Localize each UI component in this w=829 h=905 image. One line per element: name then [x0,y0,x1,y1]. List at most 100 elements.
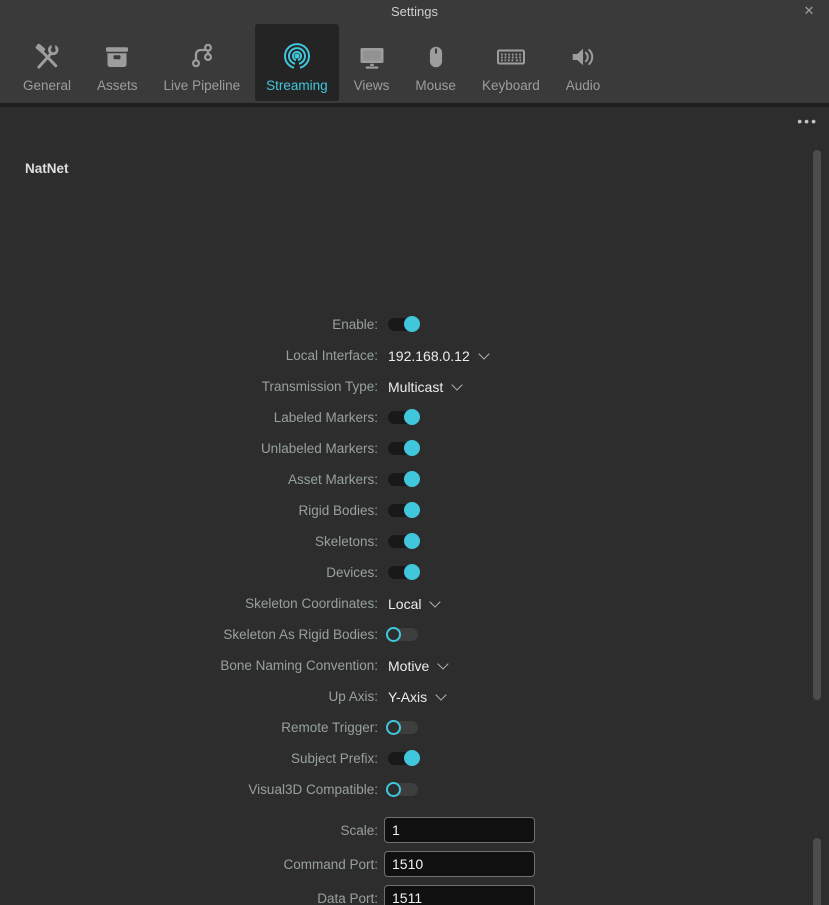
toggle-knob [404,750,420,766]
field-label: Unlabeled Markers: [0,441,380,456]
tab-views[interactable]: Views [343,24,401,101]
labeled-markers-toggle[interactable] [388,411,418,424]
field-label: Bone Naming Convention: [0,658,380,673]
toggle-knob [404,471,420,487]
toggle-knob [404,440,420,456]
broadcast-icon [281,39,313,75]
field-label: Skeleton Coordinates: [0,596,380,611]
field-label: Up Axis: [0,689,380,704]
bin-icon [102,39,132,75]
window-title: Settings [391,4,438,19]
chevron-down-icon [436,689,447,700]
settings-content: Enable:Local Interface:192.168.0.12Trans… [0,107,829,905]
row-scale: Scale: [0,813,790,847]
row-skeleton-coordinates: Skeleton Coordinates: Local [0,588,790,619]
field-label: Enable: [0,317,380,332]
row-rigid-bodies: Rigid Bodies: [0,495,790,526]
skeleton-as-rigid-bodies-toggle[interactable] [388,628,418,641]
scrollbar-thumb[interactable] [813,838,821,905]
tab-label: Live Pipeline [164,78,241,93]
row-command-port: Command Port: [0,847,790,881]
row-skeleton-as-rigid-bodies: Skeleton As Rigid Bodies: [0,619,790,650]
field-label: Skeleton As Rigid Bodies: [0,627,380,642]
tab-label: Assets [97,78,138,93]
row-data-port: Data Port: [0,881,790,905]
row-up-axis: Up Axis: Y-Axis [0,681,790,712]
field-label: Data Port: [0,891,380,905]
field-label: Subject Prefix: [0,751,380,766]
toggle-knob [386,627,401,642]
toggle-knob [404,564,420,580]
speaker-icon [568,39,598,75]
tab-live-pipeline[interactable]: Live Pipeline [153,24,252,101]
transmission-type-dropdown[interactable]: Multicast [388,379,461,395]
toggle-knob [386,720,401,735]
tab-label: Streaming [266,78,328,93]
local-interface-dropdown[interactable]: 192.168.0.12 [388,348,488,364]
close-icon[interactable]: ✕ [798,0,820,22]
visual3d-compatible-toggle[interactable] [388,783,418,796]
field-label: Visual3D Compatible: [0,782,380,797]
row-remote-trigger: Remote Trigger: [0,712,790,743]
section-title: NatNet [25,161,69,176]
row-transmission-type: Transmission Type: Multicast [0,371,790,402]
data-port-input[interactable] [384,885,535,905]
enable-toggle[interactable] [388,318,418,331]
tab-label: Mouse [415,78,456,93]
tab-assets[interactable]: Assets [86,24,149,101]
skeleton-coordinates-dropdown[interactable]: Local [388,596,439,612]
monitor-icon [356,39,388,75]
subject-prefix-toggle[interactable] [388,752,418,765]
field-label: Rigid Bodies: [0,503,380,518]
tab-label: General [23,78,71,93]
dropdown-value: Motive [388,658,429,674]
remote-trigger-toggle[interactable] [388,721,418,734]
mouse-icon [422,39,450,75]
keyboard-icon [494,39,528,75]
skeletons-toggle[interactable] [388,535,418,548]
rigid-bodies-toggle[interactable] [388,504,418,517]
toggle-knob [404,409,420,425]
tab-mouse[interactable]: Mouse [404,24,467,101]
field-label: Command Port: [0,857,380,872]
chevron-down-icon [430,596,441,607]
row-visual3d-compatible: Visual3D Compatible: [0,774,790,805]
unlabeled-markers-toggle[interactable] [388,442,418,455]
pipeline-icon [187,39,217,75]
row-skeletons: Skeletons: [0,526,790,557]
command-port-input[interactable] [384,851,535,877]
tab-audio[interactable]: Audio [555,24,612,101]
dropdown-value: Local [388,596,421,612]
tab-streaming[interactable]: Streaming [255,24,339,101]
toggle-knob [386,782,401,797]
row-unlabeled-markers: Unlabeled Markers: [0,433,790,464]
field-label: Transmission Type: [0,379,380,394]
toggle-knob [404,316,420,332]
field-label: Remote Trigger: [0,720,380,735]
field-label: Scale: [0,823,380,838]
field-label: Labeled Markers: [0,410,380,425]
row-asset-markers: Asset Markers: [0,464,790,495]
title-bar: Settings ✕ [0,0,829,22]
more-options-icon[interactable]: ••• [797,114,818,128]
tools-icon [32,39,62,75]
tab-general[interactable]: General [12,24,82,101]
row-devices: Devices: [0,557,790,588]
scrollbar-thumb[interactable] [813,150,821,700]
tab-label: Audio [566,78,601,93]
row-labeled-markers: Labeled Markers: [0,402,790,433]
natnet-form: Enable:Local Interface:192.168.0.12Trans… [0,309,790,905]
row-bone-naming-convention: Bone Naming Convention: Motive [0,650,790,681]
asset-markers-toggle[interactable] [388,473,418,486]
chevron-down-icon [452,379,463,390]
settings-window: Settings ✕ General Assets Live Pipeline Str… [0,0,829,905]
bone-naming-convention-dropdown[interactable]: Motive [388,658,447,674]
scale-input[interactable] [384,817,535,843]
devices-toggle[interactable] [388,566,418,579]
row-subject-prefix: Subject Prefix: [0,743,790,774]
up-axis-dropdown[interactable]: Y-Axis [388,689,445,705]
tab-keyboard[interactable]: Keyboard [471,24,551,101]
tab-label: Keyboard [482,78,540,93]
field-label: Asset Markers: [0,472,380,487]
row-local-interface: Local Interface:192.168.0.12 [0,340,790,371]
